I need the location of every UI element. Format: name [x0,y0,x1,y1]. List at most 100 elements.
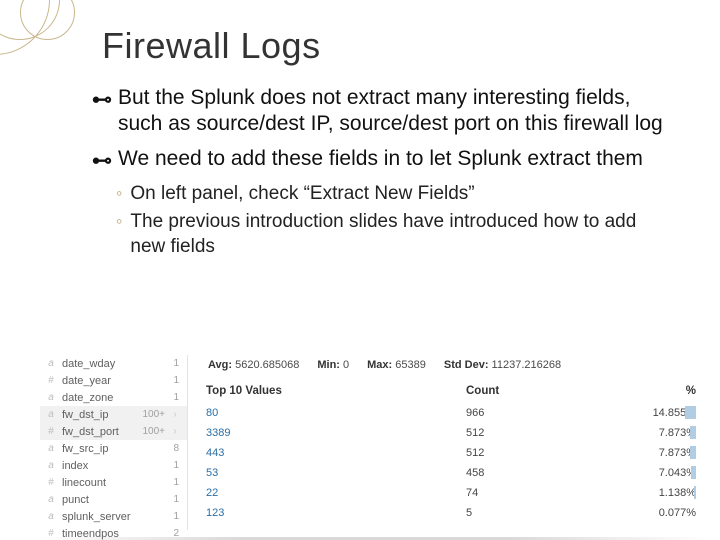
value-cell: 22 [206,487,466,499]
value-cell: 53 [206,467,466,479]
screenshot-region: a date_wday 1 # date_year 1 a date_zone 1 a fw_… [40,355,710,530]
value-cell: 123 [206,507,466,519]
field-name: date_year [62,375,167,387]
percent-cell: 14.855% [616,407,696,419]
count-cell: 5 [466,507,616,519]
sub-bullet-glyph: ◦ [116,182,122,207]
stat-value: 5620.685068 [235,359,299,371]
field-name: fw_dst_port [62,426,136,438]
top-values-header: Top 10 Values Count % [206,381,696,403]
sub-bullet-glyph: ◦ [116,210,122,259]
field-type-icon: a [46,392,56,403]
bar-indicator [685,406,696,419]
table-row[interactable]: 534587.043% [206,463,696,483]
sub-bullet-list: ◦ On left panel, check “Extract New Fiel… [116,182,670,260]
col-count: Count [466,385,616,397]
value-cell: 80 [206,407,466,419]
table-row[interactable]: 22741.138% [206,483,696,503]
chevron-right-icon: › [171,409,179,420]
count-cell: 74 [466,487,616,499]
bar-indicator [694,486,696,499]
field-row[interactable]: a splunk_server 1 [40,508,187,525]
field-type-icon: a [46,460,56,471]
bar-indicator [690,426,696,439]
field-name: splunk_server [62,511,167,523]
percent-cell: 1.138% [616,487,696,499]
field-name: punct [62,494,167,506]
stat-label: Std Dev: [444,359,489,371]
page-title: Firewall Logs [102,25,680,67]
field-count: 8 [173,443,179,454]
stat-label: Avg: [208,359,232,371]
table-row[interactable]: 33895127.873% [206,423,696,443]
col-top-values: Top 10 Values [206,385,466,397]
field-count: 1 [173,511,179,522]
percent-cell: 7.873% [616,427,696,439]
col-percent: % [616,385,696,397]
bullet-item: ⊷ We need to add these fields in to let … [92,146,670,174]
field-count: 1 [173,358,179,369]
field-type-icon: # [46,426,56,437]
field-row[interactable]: # linecount 1 [40,474,187,491]
field-row[interactable]: a date_zone 1 [40,389,187,406]
field-row[interactable]: # date_year 1 [40,372,187,389]
field-name: index [62,460,167,472]
sub-bullet-text: On left panel, check “Extract New Fields… [130,182,474,207]
table-row[interactable]: 4435127.873% [206,443,696,463]
stat-label: Min: [317,359,340,371]
stat-value: 11237.216268 [492,359,562,371]
field-type-icon: a [46,409,56,420]
field-count: 1 [173,494,179,505]
count-cell: 966 [466,407,616,419]
count-cell: 512 [466,447,616,459]
field-name: fw_dst_ip [62,409,136,421]
field-type-icon: # [46,375,56,386]
field-count: 100+ [142,409,165,420]
field-count: 100+ [142,426,165,437]
value-cell: 443 [206,447,466,459]
field-row[interactable]: aindex 1 [40,457,187,474]
stats-panel: Avg: 5620.685068 Min: 0 Max: 65389 Std D… [188,355,710,530]
field-count: 1 [173,477,179,488]
field-type-icon: a [46,443,56,454]
count-cell: 512 [466,427,616,439]
field-count: 1 [173,375,179,386]
slide: Firewall Logs ⊷ But the Splunk does not … [0,0,720,540]
field-count: 1 [173,392,179,403]
count-cell: 458 [466,467,616,479]
field-type-icon: a [46,358,56,369]
field-row[interactable]: a fw_src_ip 8 [40,440,187,457]
sub-bullet-item: ◦ On left panel, check “Extract New Fiel… [116,182,670,207]
bar-indicator [691,466,696,479]
bullet-item: ⊷ But the Splunk does not extract many i… [92,85,670,138]
bullet-text: We need to add these fields in to let Sp… [118,146,643,174]
field-row[interactable]: #fw_dst_port100+› [40,423,187,440]
field-name: date_wday [62,358,167,370]
field-name: linecount [62,477,167,489]
table-row[interactable]: 8096614.855% [206,403,696,423]
field-row[interactable]: a fw_dst_ip 100+ › [40,406,187,423]
bullet-glyph: ⊷ [92,146,112,174]
summary-stats: Avg: 5620.685068 Min: 0 Max: 65389 Std D… [206,355,696,381]
bullet-glyph: ⊷ [92,85,112,138]
stat-label: Max: [367,359,392,371]
field-type-icon: a [46,511,56,522]
field-row[interactable]: apunct 1 [40,491,187,508]
table-row[interactable]: 12350.077% [206,503,696,523]
percent-cell: 7.873% [616,447,696,459]
field-count: 1 [173,460,179,471]
percent-cell: 0.077% [616,507,696,519]
sub-bullet-item: ◦ The previous introduction slides have … [116,210,670,259]
percent-cell: 7.043% [616,467,696,479]
value-cell: 3389 [206,427,466,439]
sub-bullet-text: The previous introduction slides have in… [130,210,670,259]
fields-sidebar: a date_wday 1 # date_year 1 a date_zone 1 a fw_… [40,355,188,530]
bar-indicator [690,446,696,459]
stat-value: 0 [343,359,349,371]
field-name: date_zone [62,392,167,404]
field-row[interactable]: a date_wday 1 [40,355,187,372]
field-type-icon: a [46,494,56,505]
bullet-text: But the Splunk does not extract many int… [118,85,670,138]
field-type-icon: # [46,477,56,488]
field-name: fw_src_ip [62,443,167,455]
